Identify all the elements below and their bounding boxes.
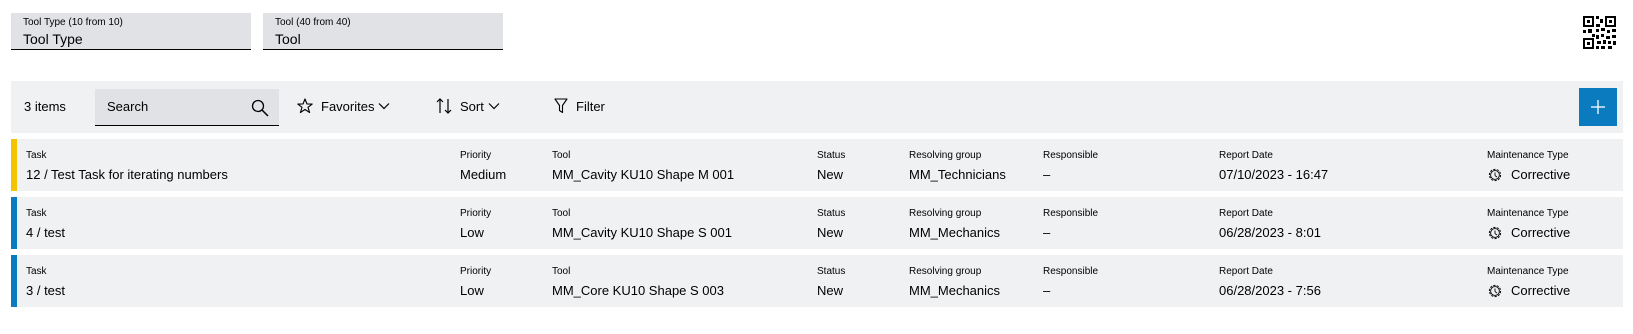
priority-value: Low — [460, 283, 484, 298]
tool-header: Tool — [552, 150, 571, 161]
priority-accent-bar — [11, 255, 17, 307]
status-value: New — [817, 283, 844, 298]
task-header: Task — [26, 208, 47, 219]
tool-type-filter-label: Tool Type (10 from 10) — [23, 17, 123, 28]
favorites-label: Favorites — [321, 98, 375, 114]
priority-header: Priority — [460, 208, 492, 219]
responsible-value: – — [1043, 167, 1051, 182]
report-date-header: Report Date — [1219, 266, 1273, 277]
resolving-group-header: Resolving group — [909, 208, 982, 219]
report-date-value: 06/28/2023 - 8:01 — [1219, 225, 1321, 240]
report-date-value: 07/10/2023 - 16:47 — [1219, 167, 1329, 182]
task-value: 3 / test — [26, 283, 66, 298]
list-item[interactable]: Task 12 / Test Task for iterating numbers… — [11, 139, 1623, 191]
tool-type-filter[interactable]: Tool Type (10 from 10) Tool Type — [11, 13, 251, 50]
search-placeholder: Search — [107, 99, 149, 114]
filter-button[interactable]: Filter — [554, 95, 609, 117]
resolving-group-header: Resolving group — [909, 150, 982, 161]
priority-accent-bar — [11, 139, 17, 191]
report-date-header: Report Date — [1219, 150, 1273, 161]
tool-filter[interactable]: Tool (40 from 40) Tool — [263, 13, 503, 50]
tool-filter-label: Tool (40 from 40) — [275, 17, 351, 28]
status-value: New — [817, 167, 844, 182]
status-value: New — [817, 225, 844, 240]
star-icon — [297, 98, 313, 114]
task-header: Task — [26, 266, 47, 277]
priority-value: Low — [460, 225, 484, 240]
task-value: 12 / Test Task for iterating numbers — [26, 167, 228, 182]
responsible-header: Responsible — [1043, 150, 1099, 161]
qr-code-icon[interactable] — [1583, 16, 1616, 49]
responsible-value: – — [1043, 283, 1051, 298]
chevron-down-icon — [488, 103, 500, 110]
sort-button[interactable]: Sort — [436, 95, 500, 117]
responsible-value: – — [1043, 225, 1051, 240]
tool-value: MM_Cavity KU10 Shape M 001 — [552, 167, 735, 182]
maintenance-type-header: Maintenance Type — [1487, 150, 1569, 161]
item-count: 3 items — [24, 99, 66, 114]
toolbar: 3 items Search Favorites Sort Filter — [11, 81, 1623, 133]
tool-type-filter-value: Tool Type — [23, 31, 83, 47]
responsible-header: Responsible — [1043, 208, 1099, 219]
status-header: Status — [817, 150, 846, 161]
resolving-group-header: Resolving group — [909, 266, 982, 277]
priority-header: Priority — [460, 266, 492, 277]
maintenance-type-value: Corrective — [1511, 167, 1571, 182]
sort-icon — [436, 98, 452, 114]
filter-icon — [554, 98, 568, 114]
resolving-group-value: MM_Mechanics — [909, 283, 1001, 298]
report-date-header: Report Date — [1219, 208, 1273, 219]
responsible-header: Responsible — [1043, 266, 1099, 277]
tool-header: Tool — [552, 266, 571, 277]
resolving-group-value: MM_Mechanics — [909, 225, 1001, 240]
gear-icon — [1488, 284, 1502, 297]
priority-value: Medium — [460, 167, 507, 182]
search-input[interactable]: Search — [95, 89, 279, 126]
filter-label: Filter — [576, 98, 605, 114]
task-value: 4 / test — [26, 225, 66, 240]
priority-accent-bar — [11, 197, 17, 249]
favorites-button[interactable]: Favorites — [297, 95, 390, 117]
plus-icon — [1591, 100, 1605, 114]
status-header: Status — [817, 266, 846, 277]
tool-filter-value: Tool — [275, 31, 301, 47]
report-date-value: 06/28/2023 - 7:56 — [1219, 283, 1321, 298]
maintenance-type-value: Corrective — [1511, 283, 1571, 298]
maintenance-type-header: Maintenance Type — [1487, 266, 1569, 277]
priority-header: Priority — [460, 150, 492, 161]
resolving-group-value: MM_Technicians — [909, 167, 1006, 182]
status-header: Status — [817, 208, 846, 219]
maintenance-type-header: Maintenance Type — [1487, 208, 1569, 219]
task-header: Task — [26, 150, 47, 161]
maintenance-type-value: Corrective — [1511, 225, 1571, 240]
tool-value: MM_Cavity KU10 Shape S 001 — [552, 225, 732, 240]
sort-label: Sort — [460, 98, 484, 114]
chevron-down-icon — [379, 103, 390, 110]
list-item[interactable]: Task 3 / test Priority Low Tool MM_Core KU1… — [11, 255, 1623, 307]
tool-value: MM_Core KU10 Shape S 003 — [552, 283, 724, 298]
add-button[interactable] — [1579, 88, 1617, 126]
gear-icon — [1488, 168, 1502, 181]
list-item[interactable]: Task 4 / test Priority Low Tool MM_Cavity K… — [11, 197, 1623, 249]
search-icon[interactable] — [251, 99, 269, 117]
tool-header: Tool — [552, 208, 571, 219]
gear-icon — [1488, 226, 1502, 239]
